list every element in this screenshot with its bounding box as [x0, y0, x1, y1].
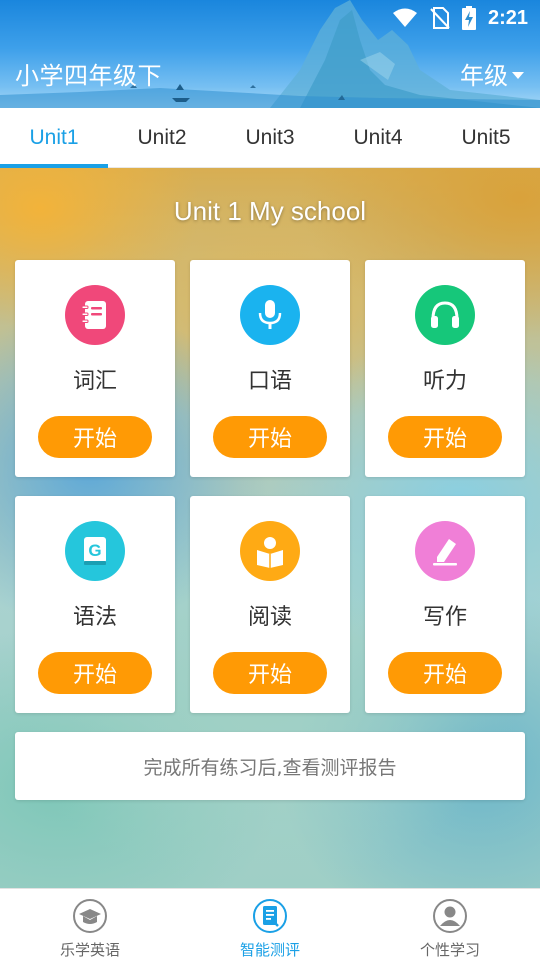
listening-label: 听力 — [422, 369, 467, 394]
writing-label: 写作 — [422, 605, 467, 630]
writing-card: 写作 开始 — [365, 496, 525, 713]
grammar-label: 语法 — [72, 605, 117, 630]
unit-tabs: Unit1 Unit2 Unit3 Unit4 Unit5 — [0, 108, 540, 168]
listening-start-button[interactable]: 开始 — [388, 416, 502, 458]
speaking-card: 口语 开始 — [190, 260, 350, 477]
status-bar: 2:21 — [392, 4, 528, 32]
assessment-icon — [253, 899, 287, 933]
bottom-navigation: 乐学英语 智能测评 个性学习 — [0, 888, 540, 960]
person-icon — [433, 899, 467, 933]
status-time: 2:21 — [487, 6, 528, 29]
svg-text:G: G — [88, 541, 101, 560]
unit-title: Unit 1 My school — [173, 196, 367, 226]
page-title: 小学四年级下 — [15, 62, 162, 90]
graduation-cap-icon — [73, 899, 107, 933]
tab-unit5[interactable]: Unit5 — [432, 108, 540, 168]
nav-label-assessment: 智能测评 — [239, 941, 300, 959]
vocabulary-label: 词汇 — [72, 369, 117, 394]
writing-start-button[interactable]: 开始 — [388, 652, 502, 694]
tab-unit1[interactable]: Unit1 — [0, 108, 108, 168]
vocabulary-start-button[interactable]: 开始 — [38, 416, 152, 458]
wifi-icon — [392, 8, 417, 27]
tab-unit3[interactable]: Unit3 — [216, 108, 324, 168]
grammar-start-button[interactable]: 开始 — [38, 652, 152, 694]
reading-label: 阅读 — [247, 605, 292, 630]
view-report-button[interactable]: 完成所有练习后,查看测评报告 — [15, 732, 525, 800]
nav-item-personal[interactable]: 个性学习 — [360, 889, 540, 960]
tab-unit2[interactable]: Unit2 — [108, 108, 216, 168]
listening-card: 听力 开始 — [365, 260, 525, 477]
pencil-icon — [415, 521, 475, 581]
nav-item-english[interactable]: 乐学英语 — [0, 889, 180, 960]
reading-start-button[interactable]: 开始 — [213, 652, 327, 694]
notebook-icon — [65, 285, 125, 345]
nav-item-assessment[interactable]: 智能测评 — [180, 889, 360, 960]
grade-selector-label: 年级 — [460, 62, 508, 90]
reading-card: 阅读 开始 — [190, 496, 350, 713]
no-sim-icon — [430, 7, 450, 29]
headphones-icon — [415, 285, 475, 345]
vocabulary-card: 词汇 开始 — [15, 260, 175, 477]
speaking-label: 口语 — [247, 369, 292, 394]
microphone-icon — [240, 285, 300, 345]
grade-selector[interactable]: 年级 — [460, 56, 524, 91]
reading-icon — [240, 521, 300, 581]
nav-label-english: 乐学英语 — [59, 941, 120, 959]
chevron-down-icon — [512, 71, 524, 79]
app-header: 2:21 小学四年级下 年级 — [0, 0, 540, 108]
grammar-book-icon: G — [65, 521, 125, 581]
grammar-card: G 语法 开始 — [15, 496, 175, 713]
battery-charging-icon — [461, 6, 476, 30]
nav-label-personal: 个性学习 — [419, 941, 480, 959]
speaking-start-button[interactable]: 开始 — [213, 416, 327, 458]
tab-unit4[interactable]: Unit4 — [324, 108, 432, 168]
